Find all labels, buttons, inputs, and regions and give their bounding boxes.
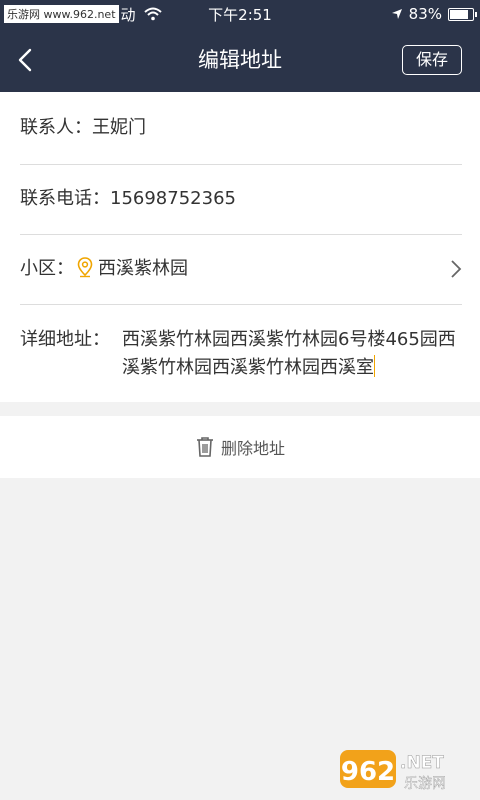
watermark-sub: 乐游网 xyxy=(404,776,446,792)
battery-percent: 83% xyxy=(408,5,442,23)
delete-address-bar: 删除地址 xyxy=(0,416,480,478)
detail-address-row[interactable]: 详细地址： 西溪紫竹林园西溪紫竹林园6号楼465园西溪紫竹林园西溪紫竹林园西溪室 xyxy=(20,314,462,394)
community-row[interactable]: 小区： 西溪紫林园 xyxy=(20,234,462,305)
community-label: 小区： xyxy=(20,258,74,279)
contact-field[interactable]: 王妮门 xyxy=(92,117,146,138)
watermark-number: 962 xyxy=(341,757,395,787)
detail-address-label: 详细地址： xyxy=(20,329,110,350)
battery-icon xyxy=(448,7,477,21)
trash-icon xyxy=(196,437,213,457)
contact-label: 联系人： xyxy=(20,117,92,138)
address-form: 联系人：王妮门 联系电话：15698752365 小区： 西溪紫林园 详细地址：… xyxy=(0,92,480,402)
location-pin-icon xyxy=(77,257,93,278)
detail-address-text: 西溪紫竹林园西溪紫竹林园6号楼465园西溪紫竹林园西溪紫竹林园西溪室 xyxy=(122,329,456,378)
phone-field[interactable]: 15698752365 xyxy=(110,188,236,209)
delete-address-label: 删除地址 xyxy=(220,439,285,458)
phone-row[interactable]: 联系电话：15698752365 xyxy=(20,164,462,235)
navigation-bar: 编辑地址 保存 xyxy=(0,28,480,92)
watermark-logo: 962 .NET 乐游网 xyxy=(340,750,446,792)
community-value: 西溪紫林园 xyxy=(98,258,188,279)
text-cursor xyxy=(374,355,375,377)
chevron-right-icon xyxy=(451,260,462,278)
watermark-suffix: .NET xyxy=(400,753,444,773)
phone-label: 联系电话： xyxy=(20,188,110,209)
location-arrow-icon xyxy=(391,9,402,19)
detail-address-input[interactable]: 西溪紫竹林园西溪紫竹林园6号楼465园西溪紫竹林园西溪紫竹林园西溪室 xyxy=(122,326,462,382)
save-button[interactable]: 保存 xyxy=(402,45,462,75)
delete-address-button[interactable]: 删除地址 xyxy=(0,416,480,478)
status-bar: 乐游网 www.962.net 动 下午2:51 83% xyxy=(0,0,480,28)
contact-row[interactable]: 联系人：王妮门 xyxy=(20,92,462,165)
